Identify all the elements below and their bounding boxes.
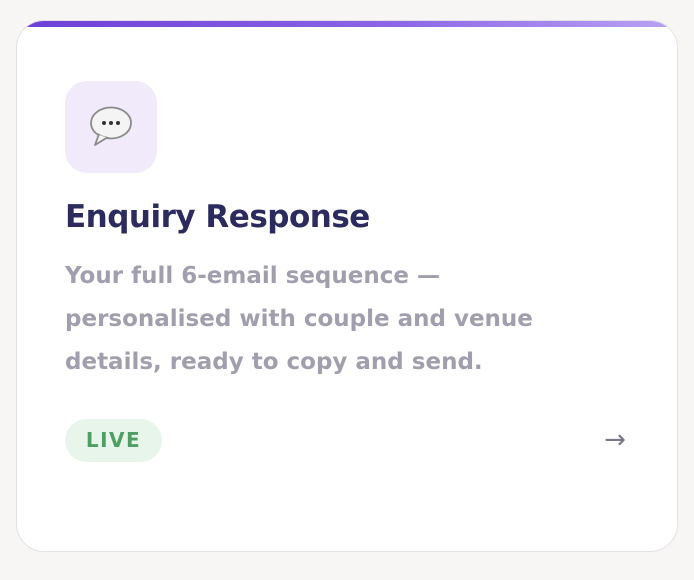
icon-tile <box>65 81 157 173</box>
status-badge: LIVE <box>65 419 162 462</box>
card-title: Enquiry Response <box>65 199 370 235</box>
card-description: Your full 6-email sequence — personalise… <box>65 263 533 375</box>
arrow-right-icon[interactable]: → <box>597 423 633 457</box>
enquiry-response-card[interactable]: Enquiry Response Your full 6-email seque… <box>16 20 678 552</box>
speech-balloon-icon <box>90 106 132 146</box>
card-accent-bar <box>17 21 677 27</box>
